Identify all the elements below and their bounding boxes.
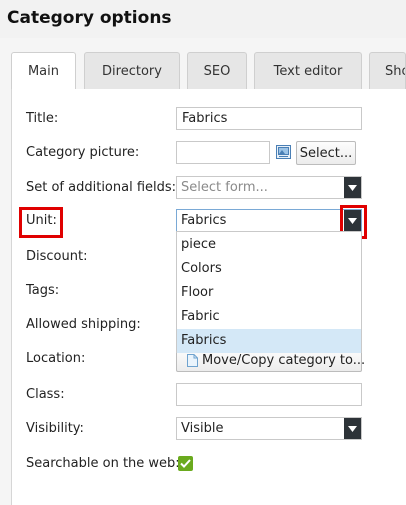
image-picker-icon[interactable] — [276, 145, 291, 159]
unit-dropdown-list: piece Colors Floor Fabric Fabrics — [176, 231, 362, 353]
unit-select-value: Fabrics — [181, 213, 227, 228]
additional-fields-placeholder: Select form... — [181, 180, 268, 195]
tab-main[interactable]: Main — [11, 52, 76, 90]
title-input-value: Fabrics — [182, 111, 228, 126]
discount-label: Discount: — [26, 249, 88, 264]
category-picture-input[interactable] — [176, 141, 270, 164]
tags-label: Tags: — [26, 283, 60, 298]
title-label: Title: — [26, 111, 59, 126]
move-copy-category-label: Move/Copy category to... — [202, 352, 366, 368]
class-label: Class: — [26, 387, 65, 402]
dialog-title: Category options — [7, 8, 172, 28]
visibility-select[interactable]: Visible — [176, 417, 362, 440]
unit-option-piece[interactable]: piece — [177, 233, 361, 257]
unit-select[interactable]: Fabrics — [176, 209, 362, 232]
tab-directory[interactable]: Directory — [84, 52, 180, 89]
document-icon — [187, 353, 198, 367]
location-label: Location: — [26, 351, 86, 366]
chevron-down-icon[interactable] — [344, 177, 361, 198]
unit-option-fabrics[interactable]: Fabrics — [177, 329, 361, 353]
select-picture-button[interactable]: Select... — [296, 141, 356, 165]
unit-label: Unit: — [26, 213, 57, 228]
searchable-label: Searchable on the web: — [26, 456, 180, 471]
dialog-header: Category options — [0, 0, 406, 38]
tab-sho[interactable]: Sho — [369, 52, 406, 89]
tab-sho-label: Sho — [385, 63, 405, 79]
select-picture-button-label: Select... — [299, 145, 353, 161]
tab-seo-label: SEO — [203, 63, 231, 79]
unit-option-floor[interactable]: Floor — [177, 281, 361, 305]
tab-main-label: Main — [27, 64, 60, 79]
visibility-select-value: Visible — [181, 421, 224, 436]
visibility-label: Visibility: — [26, 421, 84, 436]
tab-text-editor-label: Text editor — [273, 63, 343, 79]
additional-fields-label: Set of additional fields: — [26, 180, 177, 195]
searchable-checkbox[interactable] — [178, 456, 193, 471]
tab-directory-label: Directory — [102, 63, 162, 79]
chevron-down-icon[interactable] — [344, 418, 361, 439]
tab-seo[interactable]: SEO — [187, 52, 247, 89]
tab-text-editor[interactable]: Text editor — [254, 52, 362, 89]
unit-option-colors[interactable]: Colors — [177, 257, 361, 281]
title-input[interactable]: Fabrics — [176, 107, 362, 130]
class-input[interactable] — [176, 383, 362, 406]
checkmark-icon — [180, 459, 191, 468]
unit-option-fabric[interactable]: Fabric — [177, 305, 361, 329]
category-picture-label: Category picture: — [26, 145, 140, 160]
allowed-shipping-label: Allowed shipping: — [26, 317, 141, 332]
additional-fields-select[interactable]: Select form... — [176, 176, 362, 199]
